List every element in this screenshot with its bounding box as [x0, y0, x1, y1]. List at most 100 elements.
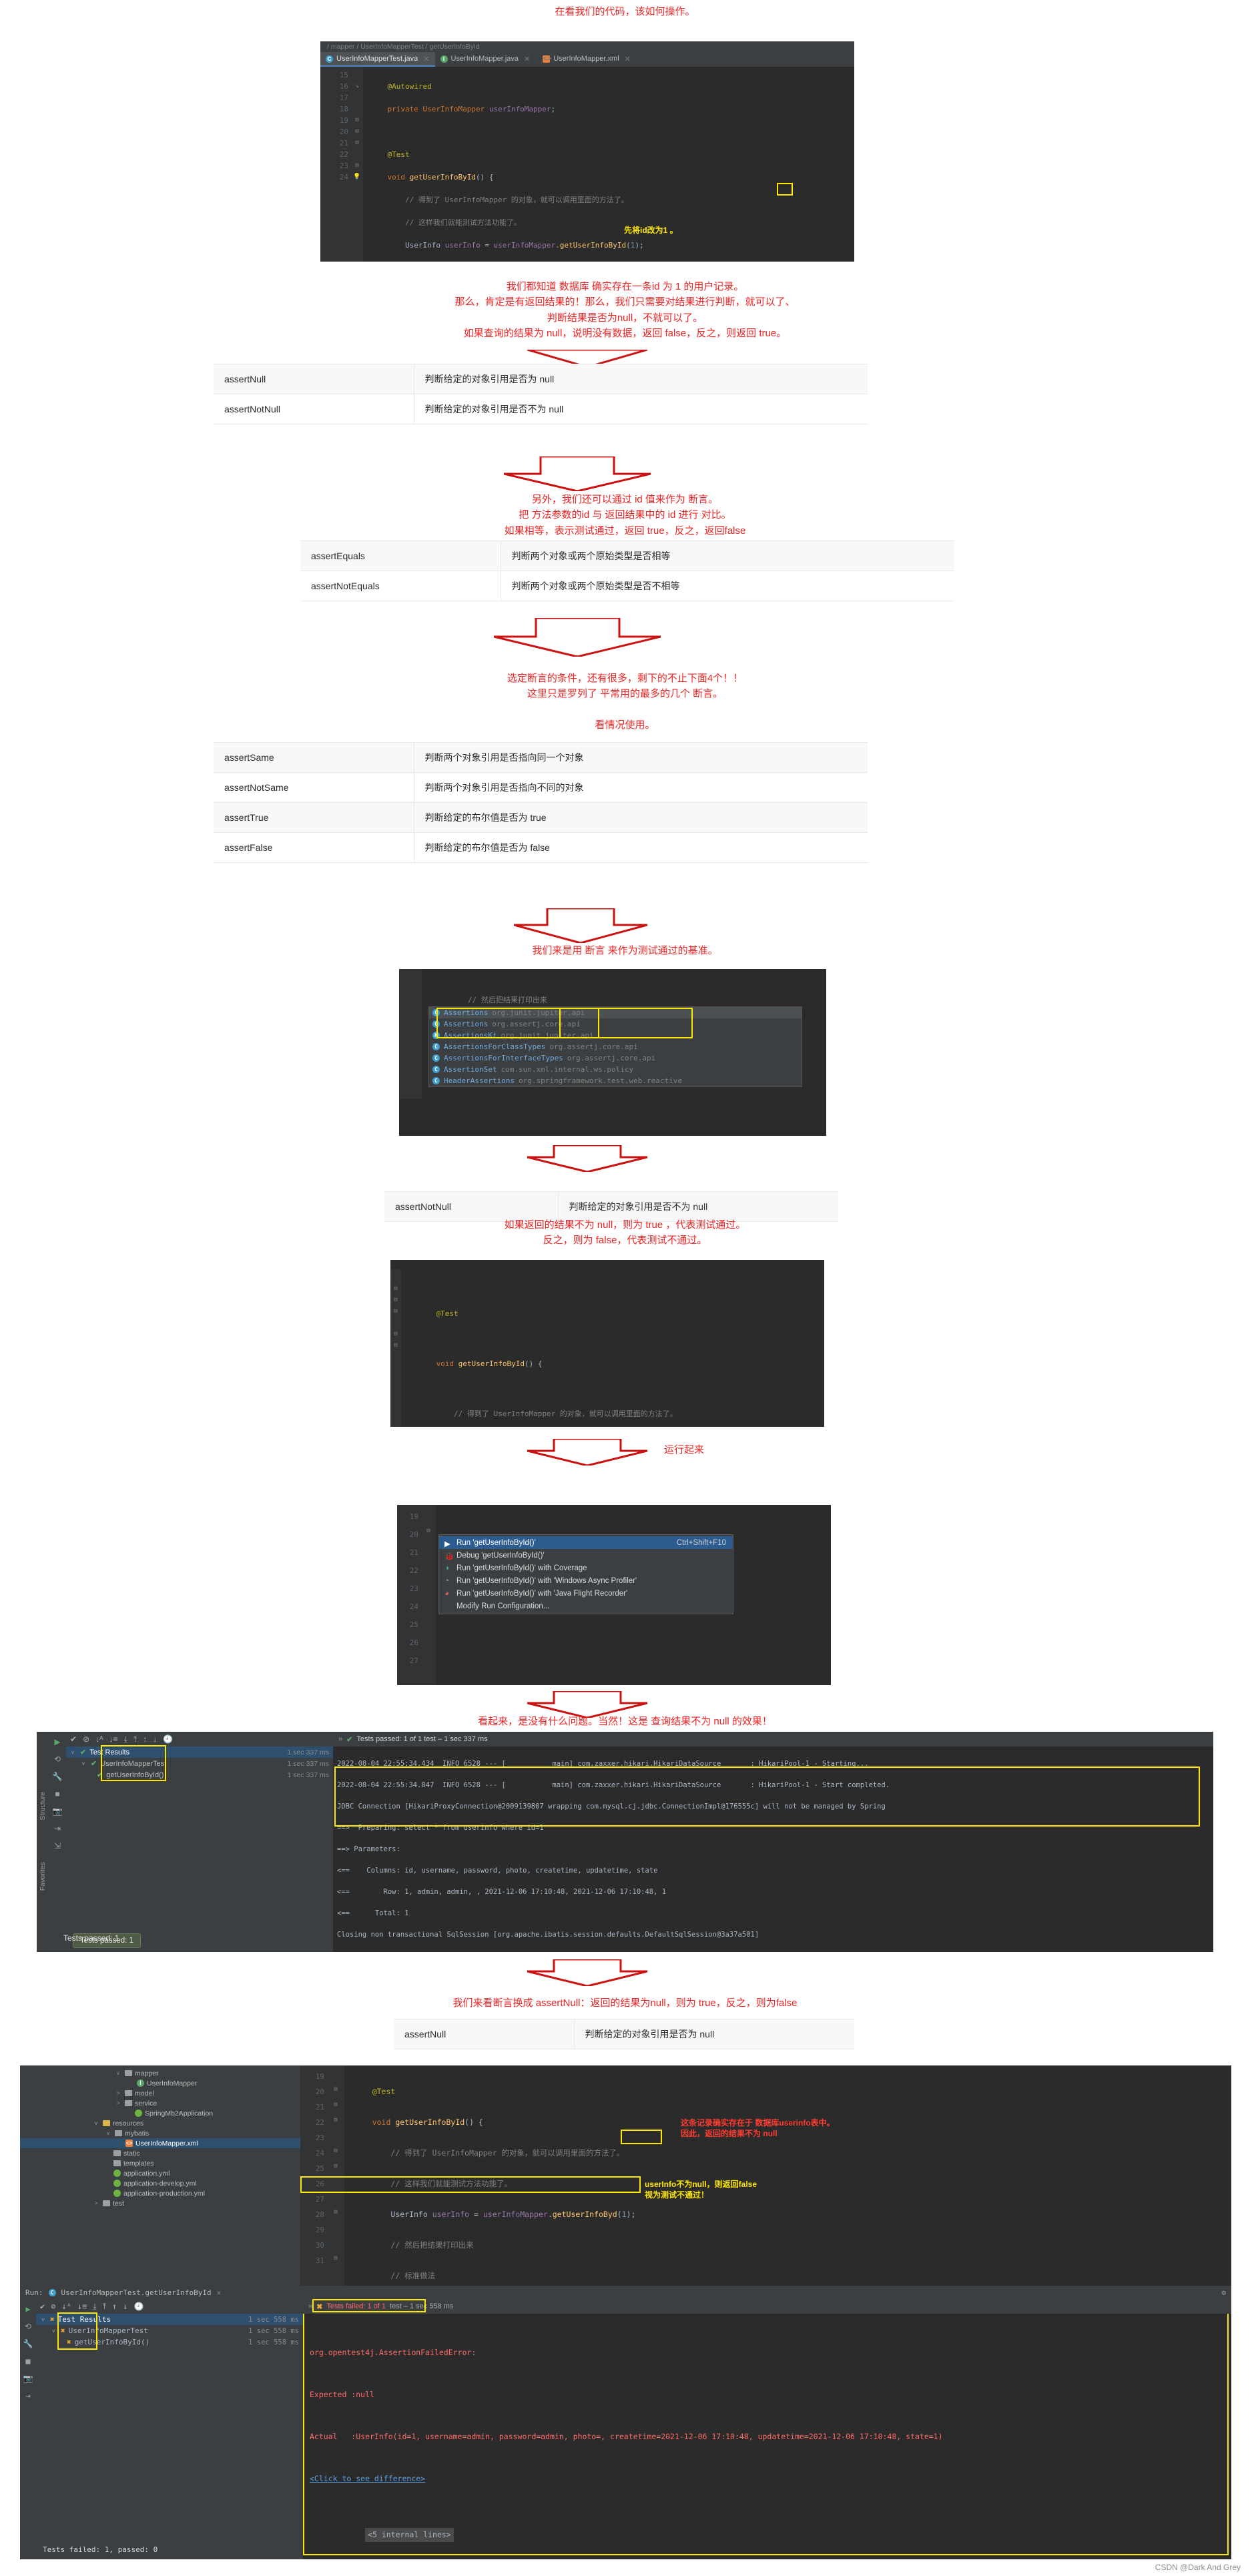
- export-icon[interactable]: ⇥: [54, 1824, 61, 1833]
- completion-item[interactable]: C Assertions org.assertj.core.api: [429, 1018, 802, 1030]
- tree-node-mybatis[interactable]: v mybatis: [20, 2128, 300, 2138]
- completion-item[interactable]: C AssertionSet com.sun.xml.internal.ws.p…: [429, 1064, 802, 1075]
- tree-node-model[interactable]: > model: [20, 2088, 300, 2098]
- code-lines[interactable]: @Test void getUserInfoById() { // 得到了 Us…: [401, 1269, 824, 1427]
- chevron-down-icon[interactable]: v: [41, 2316, 47, 2322]
- sort-alpha-icon[interactable]: ↓ᴬ: [61, 2302, 71, 2311]
- sort-duration-icon[interactable]: ↓≡: [109, 1734, 118, 1744]
- rerun-icon[interactable]: ▶: [54, 1737, 60, 1746]
- collapse-all-icon[interactable]: ⤒: [103, 2302, 106, 2312]
- tree-node-springmb2application[interactable]: SpringMb2Application: [20, 2108, 300, 2118]
- chevron-down-icon[interactable]: v: [82, 1760, 87, 1766]
- prev-failed-icon[interactable]: ↑: [112, 2302, 117, 2311]
- completion-item[interactable]: C AssertionsForClassTypes org.assertj.co…: [429, 1041, 802, 1052]
- tree-row-userinfomappertest[interactable]: v ✔ UserInfoMapperTest 1 sec 337 ms: [66, 1758, 333, 1769]
- tree-row-test-results[interactable]: v ✔ Test Results 1 sec 337 ms: [66, 1746, 333, 1758]
- next-failed-icon[interactable]: ↓: [123, 2302, 127, 2311]
- tab-userinfomapper-java[interactable]: I UserInfoMapper.java ✕: [435, 52, 536, 67]
- screenshot-icon[interactable]: 📷: [23, 2374, 33, 2383]
- chevron-down-icon[interactable]: v: [95, 2120, 100, 2126]
- tree-node-static[interactable]: static: [20, 2148, 300, 2158]
- gear-icon[interactable]: ⚙: [1221, 2288, 1226, 2297]
- tab-userinfomappertest-java[interactable]: C UserInfoMapperTest.java ✕: [320, 52, 435, 67]
- code-folding-gutter[interactable]: ⊟ ⊟ ⊟ ⊟ ⊟ ⊟ ⊟: [327, 2065, 344, 2286]
- run-context-menu[interactable]: ▶ Run 'getUserInfoById()' Ctrl+Shift+F10…: [438, 1534, 733, 1614]
- import-icon[interactable]: ⇲: [54, 1841, 61, 1851]
- prev-failed-icon[interactable]: ↑: [143, 1734, 147, 1744]
- tree-node-test[interactable]: > test: [20, 2198, 300, 2208]
- overflow-icon[interactable]: »: [338, 1735, 342, 1743]
- show-passed-icon[interactable]: ✔: [40, 2302, 45, 2311]
- tree-row-test-results[interactable]: v ✖ Test Results 1 sec 558 ms: [36, 2314, 303, 2325]
- rerun-failed-icon[interactable]: ⟲: [54, 1754, 61, 1764]
- next-failed-icon[interactable]: ↓: [153, 1734, 157, 1744]
- screenshot-icon[interactable]: 📷: [53, 1807, 63, 1816]
- code-folding-gutter[interactable]: ⊟: [421, 1505, 436, 1685]
- completion-item[interactable]: C AssertionsForInterfaceTypes org.assert…: [429, 1052, 802, 1064]
- menu-item-run-coverage[interactable]: ◑ Run 'getUserInfoById()' with Coverage: [439, 1562, 733, 1574]
- tab-structure[interactable]: Structure: [39, 1792, 47, 1821]
- close-icon[interactable]: ✕: [625, 55, 631, 63]
- completion-item[interactable]: K AssertionsKt org.junit.jupiter.api: [429, 1030, 802, 1041]
- code-folding-gutter[interactable]: ↘ ⊟ ⊟ ⊟ ⊟ 💡: [351, 67, 363, 262]
- code-area[interactable]: ⊟ ⊟ ⊟ ⊟ ⊟ @Test void getUserInfoById() { //…: [390, 1260, 824, 1427]
- internal-lines-fold[interactable]: <5 internal lines>: [365, 2528, 454, 2542]
- show-ignored-icon[interactable]: ⊘: [51, 2302, 55, 2311]
- bottom-code-editor[interactable]: 19 20 21 22 23 24 25 26 27 28 29 30 31 ⊟ ⊟ ⊟ ⊟…: [300, 2065, 1231, 2286]
- tree-node-application-develop-yml[interactable]: application-develop.yml: [20, 2178, 300, 2188]
- project-tree[interactable]: v mapper I UserInfoMapper > model > serv…: [20, 2065, 300, 2286]
- chevron-right-icon[interactable]: >: [117, 2090, 122, 2096]
- test-toolbar[interactable]: ✔ ⊘ ↓ᴬ ↓≡ ⤓ ⤒ ↑ ↓ 🕘: [36, 2299, 303, 2314]
- close-icon[interactable]: ✕: [217, 2288, 222, 2297]
- sort-alpha-icon[interactable]: ↓ᴬ: [95, 1734, 103, 1744]
- export-icon[interactable]: ⇥: [25, 2391, 30, 2400]
- sort-duration-icon[interactable]: ↓≡: [77, 2302, 87, 2311]
- failure-console[interactable]: org.opentest4j.AssertionFailedError: Exp…: [303, 2314, 1231, 2559]
- rerun-icon[interactable]: ▶: [25, 2304, 30, 2314]
- completion-item[interactable]: C Assertions org.junit.jupiter.api: [429, 1007, 802, 1018]
- tree-row-getuserinfobyid[interactable]: ✔ getUserInfoById() 1 sec 337 ms: [66, 1769, 333, 1781]
- history-icon[interactable]: 🕘: [163, 1734, 173, 1744]
- tree-row-userinfomappertest[interactable]: v ✖ UserInfoMapperTest 1 sec 558 ms: [36, 2325, 303, 2336]
- overflow-icon[interactable]: »: [308, 2302, 312, 2310]
- chevron-down-icon[interactable]: v: [52, 2328, 57, 2334]
- test-tree[interactable]: v ✔ Test Results 1 sec 337 ms v ✔ UserIn…: [66, 1745, 333, 1952]
- settings-icon[interactable]: 🔧: [53, 1772, 63, 1781]
- chevron-right-icon[interactable]: >: [95, 2200, 100, 2206]
- close-icon[interactable]: ✕: [423, 55, 429, 63]
- tree-row-getuserinfobyid[interactable]: ✖ getUserInfoById() 1 sec 558 ms: [36, 2336, 303, 2348]
- code-lines[interactable]: @Test void getUserInfoById() { // 得到了 Us…: [344, 2065, 1231, 2286]
- tree-node-resources[interactable]: v resources: [20, 2118, 300, 2128]
- code-area[interactable]: 15 16 17 18 19 20 21 22 23 24 ↘ ⊟ ⊟ ⊟ ⊟ 💡 @Autowir…: [320, 67, 854, 262]
- menu-item-run-async-profiler[interactable]: ◔ Run 'getUserInfoById()' with 'Windows …: [439, 1574, 733, 1587]
- expand-all-icon[interactable]: ⤓: [124, 1734, 127, 1744]
- tree-node-userinfomapper-xml[interactable]: <> UserInfoMapper.xml: [20, 2138, 300, 2148]
- run-tool-sidebar[interactable]: ▶ ⟲ 🔧 ■ 📷 ⇥: [20, 2299, 36, 2559]
- stop-icon[interactable]: ■: [25, 2356, 30, 2366]
- code-lines[interactable]: @Autowired private UserInfoMapper userIn…: [363, 67, 854, 262]
- close-icon[interactable]: ✕: [524, 55, 530, 63]
- expand-all-icon[interactable]: ⤓: [93, 2302, 96, 2312]
- rerun-failed-icon[interactable]: ⟲: [25, 2322, 31, 2331]
- tab-favorites[interactable]: Favorites: [39, 1862, 47, 1891]
- tree-node-application-yml[interactable]: application.yml: [20, 2168, 300, 2178]
- menu-item-modify-run-configuration[interactable]: Modify Run Configuration...: [439, 1600, 733, 1612]
- tree-node-templates[interactable]: templates: [20, 2158, 300, 2168]
- chevron-down-icon[interactable]: v: [107, 2130, 112, 2136]
- tree-node-application-production-yml[interactable]: application-production.yml: [20, 2188, 300, 2198]
- run-tool-sidebar[interactable]: ▶ ⟲ 🔧 ■ 📷 ⇥ ⇲: [49, 1732, 66, 1952]
- collapse-all-icon[interactable]: ⤒: [133, 1734, 137, 1744]
- tab-userinfomapper-xml[interactable]: <> UserInfoMapper.xml ✕: [535, 52, 636, 67]
- menu-item-debug[interactable]: 🐞 Debug 'getUserInfoById()': [439, 1549, 733, 1562]
- tree-node-userinfomapper[interactable]: I UserInfoMapper: [20, 2078, 300, 2088]
- settings-icon[interactable]: 🔧: [23, 2339, 33, 2348]
- show-passed-icon[interactable]: ✔: [70, 1734, 77, 1744]
- chevron-right-icon[interactable]: >: [117, 2100, 122, 2106]
- show-ignored-icon[interactable]: ⊘: [83, 1734, 89, 1744]
- tree-node-service[interactable]: > service: [20, 2098, 300, 2108]
- completion-item[interactable]: C HeaderAssertions org.springframework.t…: [429, 1075, 802, 1086]
- tree-node-mapper[interactable]: v mapper: [20, 2068, 300, 2078]
- run-console[interactable]: 2022-08-04 22:55:34.434 INFO 6528 --- [ …: [333, 1746, 1213, 1952]
- stop-icon[interactable]: ■: [55, 1789, 59, 1799]
- chevron-down-icon[interactable]: v: [71, 1749, 77, 1755]
